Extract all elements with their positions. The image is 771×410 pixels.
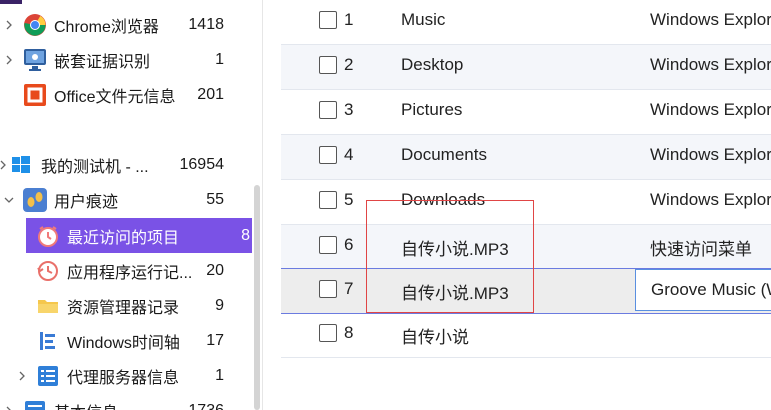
row-source: Windows Explor — [650, 10, 771, 29]
panel-splitter[interactable] — [262, 0, 263, 410]
timeline-icon — [35, 328, 61, 354]
table-row[interactable]: 8 自传小说 — [281, 313, 771, 358]
table-row[interactable]: 5 Downloads Windows Explor — [281, 180, 771, 225]
tree-item-label: Chrome浏览器 — [54, 18, 159, 36]
tree-item-count: 1 — [215, 366, 224, 384]
tree-item-count: 201 — [197, 85, 224, 103]
row-checkbox[interactable] — [319, 11, 337, 29]
row-name: Documents — [401, 145, 487, 164]
row-checkbox[interactable] — [319, 56, 337, 74]
tree-item-count: 20 — [206, 261, 224, 279]
tree-item-office[interactable]: Office文件元信息 201 — [0, 77, 252, 112]
tree-item-label: Windows时间轴 — [67, 334, 180, 352]
tree-item-count: 9 — [215, 296, 224, 314]
tree-item-count: 1736 — [188, 401, 224, 410]
row-source: 快速访问菜单 — [650, 240, 752, 259]
windows-icon — [8, 152, 34, 178]
row-source: Windows Explor — [650, 55, 771, 74]
tree-item-count: 55 — [206, 190, 224, 208]
chrome-icon — [22, 12, 48, 38]
tree-item-windows-timeline[interactable]: Windows时间轴 17 — [0, 323, 252, 358]
row-source: Groove Music (W — [651, 280, 771, 299]
folder-icon — [35, 293, 61, 319]
table-row[interactable]: 2 Desktop Windows Explor — [281, 45, 771, 90]
evidence-tree-panel: Chrome浏览器 1418 嵌套证据识别 1 Office文件元信息 201 … — [0, 0, 262, 410]
chevron-right-icon[interactable] — [2, 53, 16, 67]
table-row-focused[interactable]: 7 自传小说.MP3 Groove Music (W — [281, 268, 771, 314]
tree-item-label: 嵌套证据识别 — [54, 53, 151, 71]
tree-item-user-traces[interactable]: 用户痕迹 55 — [0, 182, 252, 217]
tree-item-count: 16954 — [179, 155, 225, 173]
tree-item-label: 代理服务器信息 — [67, 369, 180, 387]
row-source: Windows Explor — [650, 100, 771, 119]
row-number: 7 — [344, 279, 354, 298]
row-checkbox[interactable] — [319, 324, 337, 342]
row-number: 6 — [344, 235, 354, 254]
row-number: 4 — [344, 145, 354, 164]
history-icon — [35, 258, 61, 284]
tree-item-count: 17 — [206, 331, 224, 349]
row-name: 自传小说.MP3 — [401, 240, 509, 259]
tree-item-recent-items[interactable]: 最近访问的项目 8 — [26, 218, 252, 253]
row-number: 3 — [344, 100, 354, 119]
tree-item-chrome[interactable]: Chrome浏览器 1418 — [0, 7, 252, 42]
records-grid: 1 Music Windows Explor 2 Desktop Windows… — [281, 0, 771, 410]
row-name: Desktop — [401, 55, 464, 74]
tree-item-count: 1 — [215, 50, 224, 68]
tree-item-basic-info[interactable]: 基本信息 1736 — [0, 393, 252, 410]
tree-item-proxy-server[interactable]: 代理服务器信息 1 — [0, 358, 252, 393]
row-number: 2 — [344, 55, 354, 74]
row-number: 1 — [344, 10, 354, 29]
list-icon — [22, 398, 48, 410]
source-cell-editor[interactable]: Groove Music (W — [635, 269, 771, 311]
row-checkbox[interactable] — [319, 146, 337, 164]
tree-item-test-machine[interactable]: 我的测试机 - ... 16954 — [0, 147, 252, 182]
chevron-right-icon[interactable] — [2, 18, 16, 32]
row-number: 5 — [344, 190, 354, 209]
table-row[interactable]: 1 Music Windows Explor — [281, 0, 771, 45]
tree-item-label: 我的测试机 - ... — [41, 158, 149, 176]
office-icon — [22, 82, 48, 108]
chevron-down-icon[interactable] — [2, 193, 16, 207]
table-row[interactable]: 3 Pictures Windows Explor — [281, 90, 771, 135]
monitor-icon — [22, 47, 48, 73]
tree-item-label: Office文件元信息 — [54, 88, 176, 106]
chevron-right-icon[interactable] — [15, 369, 29, 383]
row-name: 自传小说.MP3 — [401, 284, 509, 303]
top-item-edge — [0, 0, 22, 4]
tree-item-label: 最近访问的项目 — [67, 229, 180, 247]
row-name: Pictures — [401, 100, 463, 119]
tree-item-nested-evidence[interactable]: 嵌套证据识别 1 — [0, 42, 252, 77]
clock-icon — [35, 223, 61, 249]
row-checkbox[interactable] — [319, 101, 337, 119]
tree-item-explorer-history[interactable]: 资源管理器记录 9 — [0, 288, 252, 323]
row-checkbox[interactable] — [319, 236, 337, 254]
tree-item-count: 1418 — [188, 15, 224, 33]
footprint-icon — [22, 187, 48, 213]
table-row[interactable]: 4 Documents Windows Explor — [281, 135, 771, 180]
tree-item-label: 用户痕迹 — [54, 193, 119, 211]
row-checkbox[interactable] — [319, 191, 337, 209]
tree-item-app-run-history[interactable]: 应用程序运行记... 20 — [0, 253, 252, 288]
table-row[interactable]: 6 自传小说.MP3 快速访问菜单 — [281, 225, 771, 270]
row-source: Windows Explor — [650, 145, 771, 164]
row-source: Windows Explor — [650, 190, 771, 209]
row-name: Music — [401, 10, 446, 29]
row-checkbox[interactable] — [319, 280, 337, 298]
row-name: Downloads — [401, 190, 486, 209]
tree-item-count: 8 — [241, 226, 250, 244]
list-icon — [35, 363, 61, 389]
row-name: 自传小说 — [401, 328, 469, 347]
chevron-right-icon[interactable] — [2, 404, 16, 410]
row-number: 8 — [344, 323, 354, 342]
tree-item-label: 资源管理器记录 — [67, 299, 180, 317]
tree-item-label: 基本信息 — [54, 399, 118, 410]
tree-item-label: 应用程序运行记... — [67, 264, 193, 282]
tree-scrollbar[interactable] — [254, 185, 260, 410]
